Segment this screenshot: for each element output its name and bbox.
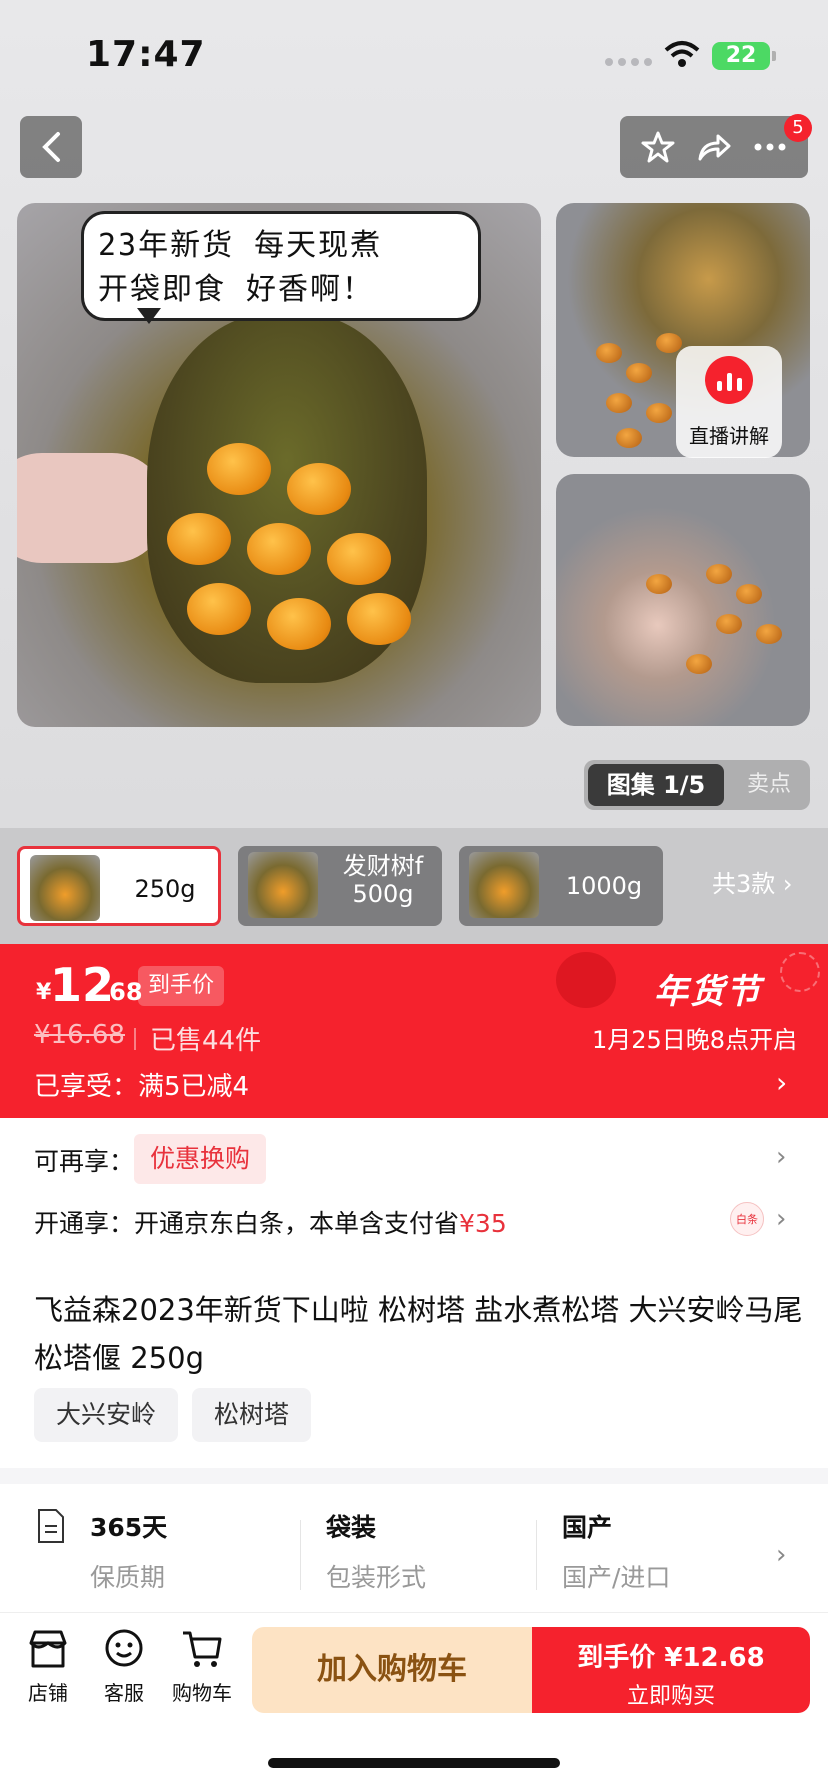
variant-selector: 250g 发财树f 500g 1000g 共3款 › xyxy=(0,828,828,944)
variant-thumb xyxy=(248,852,318,918)
offer-row-baitiao[interactable]: 开通享：开通京东白条，本单含支付省¥35 白条 › xyxy=(0,1190,828,1254)
caption-bubble: 23年新货 每天现煮 开袋即食 好香啊！ xyxy=(81,211,481,321)
live-label: 直播讲解 xyxy=(689,424,769,448)
live-icon xyxy=(705,356,753,404)
spec-separator xyxy=(536,1520,537,1590)
cart-label: 购物车 xyxy=(172,1681,232,1705)
chevron-right-icon[interactable]: › xyxy=(776,1540,786,1570)
add-to-cart-button[interactable]: 加入购物车 xyxy=(252,1627,532,1713)
caption-line-1: 23年新货 每天现煮 xyxy=(98,228,383,263)
battery-tip xyxy=(772,51,776,61)
spec-key: 包装形式 xyxy=(326,1563,427,1592)
variant-thumb xyxy=(30,855,100,921)
buy-now-label: 立即购买 xyxy=(626,1684,715,1709)
service-label: 客服 xyxy=(104,1681,144,1705)
discount-enjoyed[interactable]: 已享受：满5已减4 xyxy=(34,1066,249,1103)
offer-label: 开通享：开通京东白条，本单含支付省¥35 xyxy=(34,1204,507,1240)
product-gallery: 17:47 22 5 23年新货 每天现煮 开袋即食 好香啊！ 直播讲解 图集 … xyxy=(0,0,828,828)
caption-bubble-tail xyxy=(137,308,161,324)
variant-count-link[interactable]: 共3款 › xyxy=(712,864,793,899)
share-icon xyxy=(698,134,731,161)
status-bar: 17:47 22 xyxy=(0,28,828,88)
section-divider xyxy=(0,1468,828,1484)
shop-icon xyxy=(26,1627,70,1671)
exchange-offer-tag[interactable]: 优惠换购 xyxy=(134,1134,267,1184)
variant-label: 1000g xyxy=(565,872,643,900)
document-icon xyxy=(38,1509,64,1543)
favorite-button[interactable] xyxy=(636,125,680,169)
buy-price-label: 到手价 ¥12.68 xyxy=(577,1643,765,1673)
album-tab[interactable]: 图集 1/5 xyxy=(588,764,724,806)
status-time: 17:47 xyxy=(86,34,206,75)
finger-shape xyxy=(17,453,167,563)
tag-chips: 大兴安岭 松树塔 xyxy=(34,1388,312,1442)
festival-logo: 年货节 xyxy=(654,972,762,1012)
back-button[interactable] xyxy=(20,116,82,178)
firework-decoration xyxy=(780,952,820,992)
battery-icon: 22 xyxy=(712,42,770,70)
chevron-right-icon: › xyxy=(776,1204,787,1234)
spec-value: 365天 xyxy=(90,1513,168,1542)
original-price: ¥16.68 xyxy=(34,1020,125,1050)
star-icon xyxy=(641,131,675,163)
chevron-right-icon: › xyxy=(776,1142,787,1172)
baitiao-icon: 白条 xyxy=(730,1202,764,1236)
lantern-decoration xyxy=(556,952,616,1008)
chat-icon xyxy=(102,1627,146,1671)
price-decimal: .68 xyxy=(100,978,143,1006)
side-image-2[interactable] xyxy=(556,474,810,726)
variant-1000g[interactable]: 1000g xyxy=(459,846,663,926)
spec-separator xyxy=(300,1520,301,1590)
album-toggle: 图集 1/5 卖点 xyxy=(584,760,810,810)
shop-button[interactable]: 店铺 xyxy=(10,1627,86,1706)
tag-chip[interactable]: 大兴安岭 xyxy=(34,1388,179,1442)
notification-badge: 5 xyxy=(784,114,812,142)
variant-250g[interactable]: 250g xyxy=(17,846,221,926)
chevron-left-icon xyxy=(42,132,60,162)
home-indicator xyxy=(268,1758,560,1768)
chevron-right-icon[interactable]: › xyxy=(776,1066,787,1099)
variant-promo: 发财树f xyxy=(342,852,424,880)
wifi-icon xyxy=(664,41,700,67)
variant-label: 250g xyxy=(134,875,196,903)
spec-shelf-life[interactable]: 365天 保质期 xyxy=(90,1508,310,1594)
baitiao-offer-text: 开通享：开通京东白条，本单含支付省 xyxy=(34,1209,460,1238)
spec-key: 保质期 xyxy=(90,1563,166,1592)
buy-now-button[interactable]: 到手价 ¥12.68 立即购买 xyxy=(532,1627,810,1713)
spec-key: 国产/进口 xyxy=(562,1563,671,1592)
price-banner: ¥ 12 .68 到手价 ¥16.68 已售44件 已享受：满5已减4 › 年货… xyxy=(0,944,828,1118)
spec-packaging[interactable]: 袋装 包装形式 xyxy=(326,1508,546,1594)
festival-date: 1月25日晚8点开启 xyxy=(592,1026,798,1054)
variant-count-label: 共3款 xyxy=(712,870,776,898)
header-actions xyxy=(620,116,808,178)
sold-count: 已售44件 xyxy=(133,1020,261,1057)
chevron-right-icon: › xyxy=(782,870,793,898)
live-explain-button[interactable]: 直播讲解 xyxy=(676,346,782,458)
offer-row-exchange[interactable]: 可再享： 优惠换购 › xyxy=(0,1128,828,1192)
more-icon xyxy=(754,143,786,151)
variant-label: 500g xyxy=(352,880,414,908)
offer-label: 可再享： xyxy=(34,1147,135,1176)
final-price-tag: 到手价 xyxy=(138,966,225,1006)
variant-thumb xyxy=(469,852,539,918)
customer-service-button[interactable]: 客服 xyxy=(86,1627,162,1706)
signal-icon xyxy=(605,58,652,66)
pine-cone-shape xyxy=(147,313,427,683)
spec-value: 袋装 xyxy=(326,1513,377,1542)
share-button[interactable] xyxy=(692,125,736,169)
caption-line-2: 开袋即食 好香啊！ xyxy=(98,272,375,307)
main-product-image[interactable]: 23年新货 每天现煮 开袋即食 好香啊！ xyxy=(17,203,541,727)
shop-label: 店铺 xyxy=(28,1681,68,1705)
variant-500g[interactable]: 发财树f 500g xyxy=(238,846,442,926)
selling-points-tab[interactable]: 卖点 xyxy=(734,760,804,810)
tag-chip[interactable]: 松树塔 xyxy=(192,1388,312,1442)
spec-value: 国产 xyxy=(562,1513,613,1542)
spec-origin[interactable]: 国产 国产/进口 xyxy=(562,1508,782,1594)
baitiao-saving: ¥35 xyxy=(459,1209,507,1238)
cart-button[interactable]: 购物车 xyxy=(164,1627,240,1706)
product-title: 飞益森2023年新货下山啦 松树塔 盐水煮松塔 大兴安岭马尾松塔偃 250g xyxy=(34,1293,803,1375)
cart-icon xyxy=(180,1627,224,1671)
